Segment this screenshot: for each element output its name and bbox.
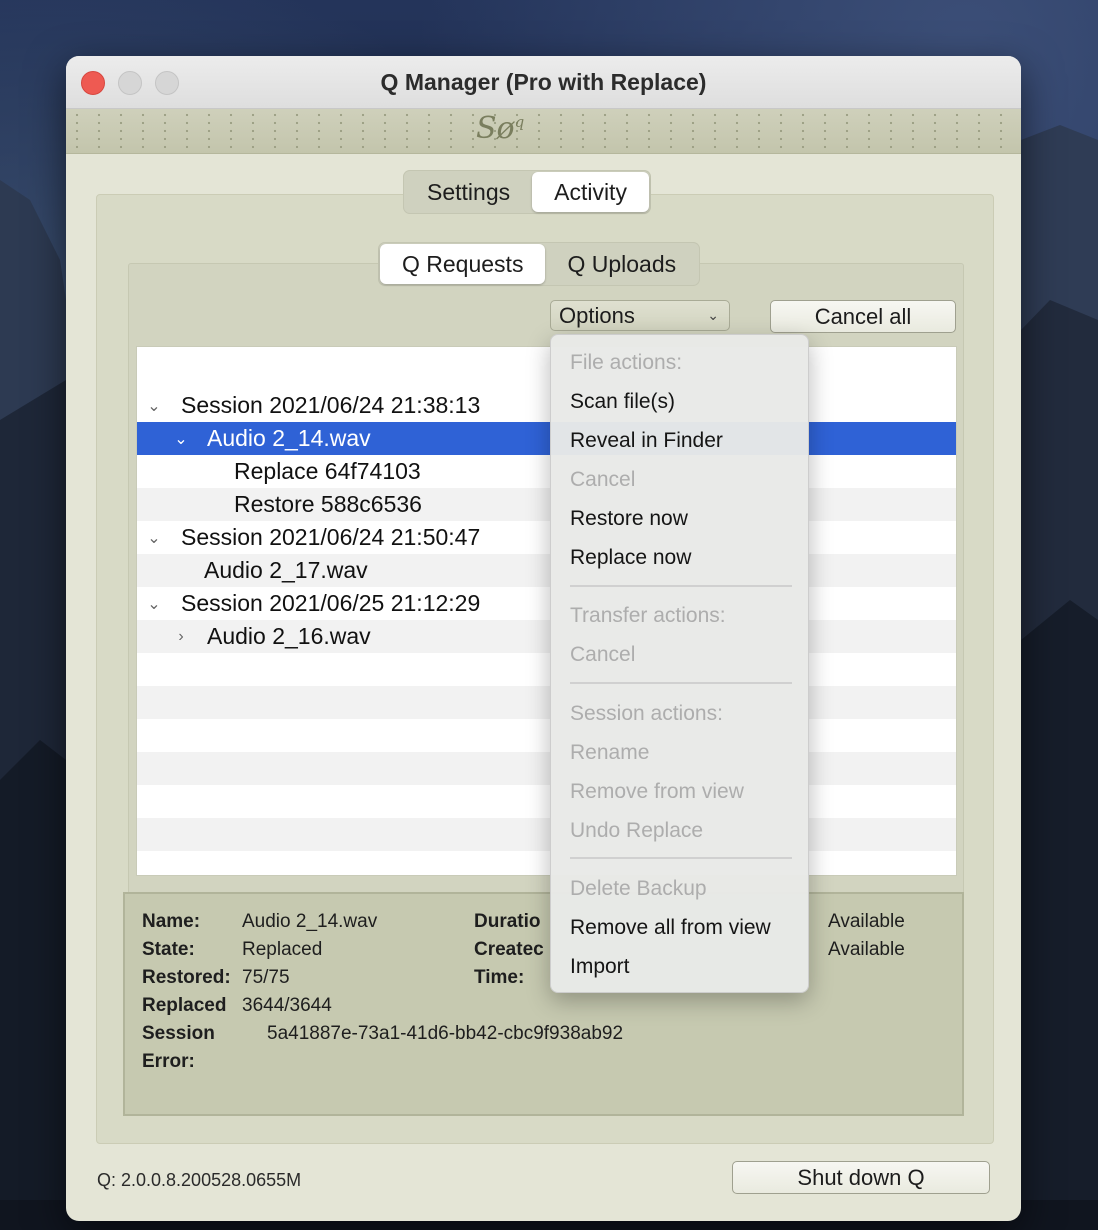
version-label: Q: 2.0.0.8.200528.0655M	[97, 1170, 302, 1190]
disclosure-open-icon[interactable]: ⌄	[143, 528, 165, 548]
options-label: Options	[559, 303, 635, 328]
tree-row-selected[interactable]: ⌄ Audio 2_14.wav	[137, 422, 956, 455]
availability-value: Available	[828, 939, 905, 960]
menu-header-session-actions: Session actions:	[570, 702, 723, 725]
tree-row[interactable]: ⌄ Session 2021/06/24 21:50:47	[137, 521, 956, 554]
title-bar[interactable]: Q Manager (Pro with Replace)	[66, 56, 1021, 109]
state-label: State:	[142, 939, 195, 960]
availability-value: Available	[828, 911, 905, 932]
name-value: Audio 2_14.wav	[242, 911, 378, 932]
replaced-value: 3644/3644	[242, 995, 332, 1016]
disclosure-open-icon[interactable]: ⌄	[143, 594, 165, 614]
menu-item-cancel-file: Cancel	[570, 468, 636, 491]
tab-settings[interactable]: Settings	[405, 172, 532, 212]
session-label: Session	[142, 1023, 215, 1044]
options-popup-button[interactable]: Options ⌄	[550, 300, 730, 331]
main-tab-control: Settings Activity	[403, 170, 651, 214]
menu-item-remove-from-view: Remove from view	[570, 780, 744, 803]
requests-tree[interactable]: ⌄ Session 2021/06/24 21:38:13 ⌄ Audio 2_…	[136, 346, 957, 876]
tree-row[interactable]: ⌄ Session 2021/06/24 21:38:13	[137, 389, 956, 422]
app-logo: Søq	[476, 111, 525, 146]
empty-row	[137, 752, 956, 785]
tab-q-requests[interactable]: Q Requests	[380, 244, 546, 284]
menu-item-remove-all-from-view[interactable]: Remove all from view	[570, 916, 771, 940]
menu-item-reveal-in-finder[interactable]: Reveal in Finder	[570, 429, 723, 453]
menu-item-restore-now[interactable]: Restore now	[570, 507, 688, 531]
tree-row[interactable]: Audio 2_17.wav	[137, 554, 956, 587]
cancel-all-button[interactable]: Cancel all	[770, 300, 956, 333]
session-value: 5a41887e-73a1-41d6-bb42-cbc9f938ab92	[267, 1023, 624, 1044]
created-label: Createc	[474, 939, 544, 960]
menu-header-file-actions: File actions:	[570, 351, 683, 374]
window-title: Q Manager (Pro with Replace)	[380, 69, 707, 95]
tab-q-uploads[interactable]: Q Uploads	[545, 244, 698, 284]
disclosure-open-icon[interactable]: ⌄	[170, 429, 192, 449]
state-value: Replaced	[242, 939, 323, 960]
menu-separator	[570, 857, 792, 859]
sub-tab-control: Q Requests Q Uploads	[378, 242, 701, 286]
error-label: Error:	[142, 1051, 195, 1072]
empty-row	[137, 719, 956, 752]
restored-label: Restored:	[142, 967, 231, 988]
empty-row	[137, 785, 956, 818]
replaced-label: Replaced	[142, 995, 227, 1016]
menu-separator	[570, 585, 792, 587]
empty-row	[137, 653, 956, 686]
tree-row[interactable]: Replace 64f74103	[137, 455, 956, 488]
logo-banner: Søq	[66, 109, 1021, 154]
menu-item-rename: Rename	[570, 741, 650, 764]
menu-header-transfer-actions: Transfer actions:	[570, 604, 726, 627]
menu-item-undo-replace: Undo Replace	[570, 819, 704, 842]
disclosure-closed-icon[interactable]: ›	[170, 628, 192, 646]
menu-item-scan-files[interactable]: Scan file(s)	[570, 390, 675, 414]
menu-item-cancel-transfer: Cancel	[570, 643, 636, 666]
tree-row[interactable]: ⌄ Session 2021/06/25 21:12:29	[137, 587, 956, 620]
tree-row[interactable]: Restore 588c6536	[137, 488, 956, 521]
restored-value: 75/75	[242, 967, 290, 988]
details-panel: Name: Audio 2_14.wav State: Replaced Res…	[123, 892, 964, 1116]
menu-item-delete-backup: Delete Backup	[570, 877, 707, 900]
tab-activity[interactable]: Activity	[532, 172, 649, 212]
menu-item-replace-now[interactable]: Replace now	[570, 546, 691, 570]
shut-down-button[interactable]: Shut down Q	[732, 1161, 990, 1194]
empty-row	[137, 686, 956, 719]
time-label: Time:	[474, 967, 525, 988]
menu-item-import[interactable]: Import	[570, 955, 630, 979]
menu-separator	[570, 682, 792, 684]
empty-row	[137, 818, 956, 851]
chevron-down-icon: ⌄	[707, 307, 719, 323]
tree-row[interactable]: › Audio 2_16.wav	[137, 620, 956, 653]
disclosure-open-icon[interactable]: ⌄	[143, 396, 165, 416]
q-manager-window: Q Manager (Pro with Replace) Søq Setting…	[66, 56, 1021, 1221]
name-label: Name:	[142, 911, 201, 932]
duration-label: Duratio	[474, 911, 541, 932]
options-dropdown-menu: File actions: Scan file(s) Reveal in Fin…	[550, 334, 809, 993]
